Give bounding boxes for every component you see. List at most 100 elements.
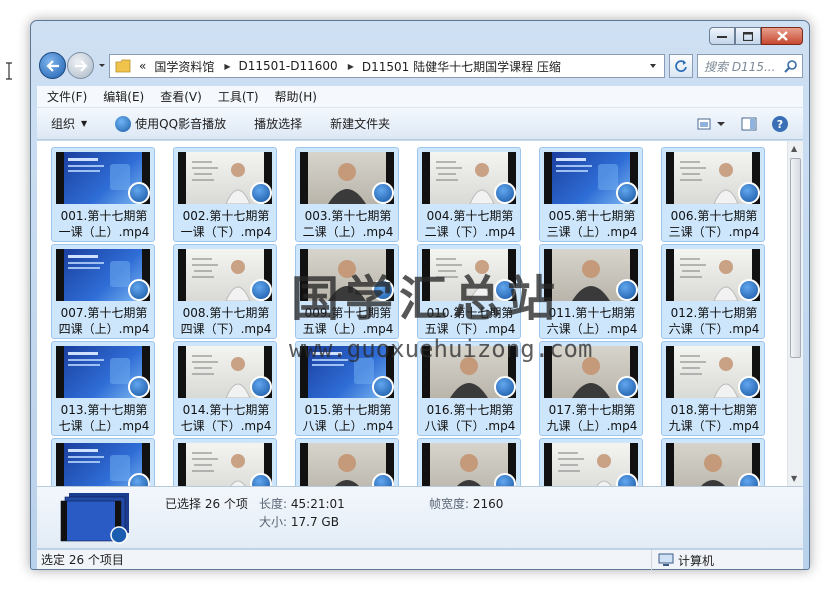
film-strip-left [178, 249, 186, 301]
size-label: 大小: [259, 515, 288, 529]
change-view-icon[interactable] [697, 117, 727, 131]
menu-file[interactable]: 文件(F) [47, 88, 87, 105]
file-name: 006.第十七期第 三课（下）.mp4 [662, 208, 766, 240]
file-name-line2: 三课（下）.mp4 [668, 225, 760, 239]
film-strip-left [666, 152, 674, 204]
file-item[interactable]: 007.第十七期第 四课（上）.mp4 [51, 244, 155, 339]
menu-view[interactable]: 查看(V) [160, 88, 202, 105]
file-name: 003.第十七期第 二课（上）.mp4 [296, 208, 400, 240]
forward-button[interactable] [67, 52, 94, 79]
file-item[interactable]: 013.第十七期第 七课（上）.mp4 [51, 341, 155, 436]
vertical-scrollbar[interactable]: ▲ ▼ [787, 141, 803, 486]
file-item[interactable]: 018.第十七期第 九课（下）.mp4 [661, 341, 765, 436]
organize-label: 组织 [51, 117, 76, 131]
qq-player-badge-icon [250, 279, 272, 301]
file-name: 008.第十七期第 四课（下）.mp4 [174, 305, 278, 337]
menu-tools[interactable]: 工具(T) [218, 88, 259, 105]
file-name: 004.第十七期第 二课（下）.mp4 [418, 208, 522, 240]
file-name-line1: 004.第十七期第 [426, 209, 514, 223]
file-item[interactable] [539, 438, 643, 486]
length-label: 长度: [259, 497, 288, 511]
file-name-line1: 001.第十七期第 [60, 209, 148, 223]
refresh-button[interactable] [669, 54, 693, 78]
menu-edit[interactable]: 编辑(E) [103, 88, 144, 105]
qq-player-badge-icon [616, 376, 638, 398]
file-item[interactable] [173, 438, 277, 486]
help-icon[interactable]: ? [771, 115, 789, 133]
scrollbar-thumb[interactable] [790, 158, 801, 358]
length-field: 长度: 45:21:01 [259, 495, 345, 512]
new-folder-button[interactable]: 新建文件夹 [330, 115, 390, 132]
address-bar[interactable]: « 国学资料馆 ▶ D11501-D11600 ▶ D11501 陆健华十七期国… [109, 54, 665, 78]
video-thumbnail [666, 152, 760, 204]
video-thumbnail [300, 152, 394, 204]
file-item[interactable]: 008.第十七期第 四课（下）.mp4 [173, 244, 277, 339]
file-item[interactable]: 014.第十七期第 七课（下）.mp4 [173, 341, 277, 436]
organize-button[interactable]: 组织 ▼ [51, 115, 87, 132]
minimize-button[interactable] [709, 27, 735, 45]
breadcrumb-separator-icon[interactable]: ▶ [348, 62, 354, 71]
play-with-qq-button[interactable]: 使用QQ影音播放 [115, 115, 226, 132]
file-name: 018.第十七期第 九课（下）.mp4 [662, 402, 766, 434]
back-button[interactable] [39, 52, 66, 79]
qq-player-badge-icon [128, 279, 150, 301]
file-name-line1: 018.第十七期第 [670, 403, 758, 417]
file-name-line2: 六课（下）.mp4 [668, 322, 760, 336]
close-button[interactable] [761, 27, 803, 45]
selection-count: 已选择 26 个项 [165, 497, 248, 511]
preview-pane-icon[interactable] [741, 117, 757, 131]
chevron-down-icon[interactable] [648, 61, 658, 71]
explorer-window: « 国学资料馆 ▶ D11501-D11600 ▶ D11501 陆健华十七期国… [30, 20, 810, 570]
framewidth-label: 帧宽度: [429, 497, 470, 511]
file-item[interactable] [417, 438, 521, 486]
recent-pages-dropdown[interactable] [97, 59, 107, 71]
file-item[interactable]: 001.第十七期第 一课（上）.mp4 [51, 147, 155, 242]
details-pane: 已选择 26 个项 长度: 45:21:01 大小: 17.7 GB 帧宽度: … [37, 486, 803, 548]
file-name-line2: 二课（上）.mp4 [302, 225, 394, 239]
video-thumbnail [178, 443, 272, 486]
breadcrumb-segment[interactable]: D11501 陆健华十七期国学课程 压缩 [362, 58, 561, 75]
file-item[interactable] [51, 438, 155, 486]
maximize-button[interactable] [735, 27, 761, 45]
qq-player-badge-icon [738, 376, 760, 398]
file-item[interactable]: 002.第十七期第 一课（下）.mp4 [173, 147, 277, 242]
file-name-line1: 016.第十七期第 [426, 403, 514, 417]
file-item[interactable]: 004.第十七期第 二课（下）.mp4 [417, 147, 521, 242]
video-thumbnail [56, 443, 150, 486]
film-strip-left [666, 346, 674, 398]
file-name: 001.第十七期第 一课（上）.mp4 [52, 208, 156, 240]
breadcrumb-segment[interactable]: 国学资料馆 [154, 58, 214, 75]
search-input[interactable]: 搜索 D115... [697, 54, 803, 78]
breadcrumb-separator-icon[interactable]: ▶ [224, 62, 230, 71]
file-name: 012.第十七期第 六课（下）.mp4 [662, 305, 766, 337]
file-name: 005.第十七期第 三课（上）.mp4 [540, 208, 644, 240]
file-name-line1: 003.第十七期第 [304, 209, 392, 223]
close-icon [776, 31, 788, 41]
qq-player-badge-icon [128, 376, 150, 398]
file-item[interactable]: 006.第十七期第 三课（下）.mp4 [661, 147, 765, 242]
film-strip-left [56, 152, 64, 204]
maximize-icon [743, 31, 753, 41]
file-item[interactable]: 012.第十七期第 六课（下）.mp4 [661, 244, 765, 339]
file-name-line2: 八课（上）.mp4 [302, 419, 394, 433]
scroll-down-icon[interactable]: ▼ [791, 474, 797, 483]
qq-player-badge-icon [616, 279, 638, 301]
file-item[interactable] [295, 438, 399, 486]
folder-icon [115, 59, 131, 73]
file-item[interactable]: 005.第十七期第 三课（上）.mp4 [539, 147, 643, 242]
file-item[interactable] [661, 438, 765, 486]
menu-bar: 文件(F) 编辑(E) 查看(V) 工具(T) 帮助(H) [37, 86, 803, 108]
breadcrumb-overflow[interactable]: « [139, 59, 146, 73]
file-name-line1: 006.第十七期第 [670, 209, 758, 223]
search-icon[interactable] [784, 59, 798, 73]
forward-arrow-icon [74, 59, 88, 72]
menu-help[interactable]: 帮助(H) [275, 88, 317, 105]
play-selection-button[interactable]: 播放选择 [254, 115, 302, 132]
breadcrumb-segment[interactable]: D11501-D11600 [239, 59, 338, 73]
status-bar: 选定 26 个项目 计算机 [37, 549, 803, 570]
file-item[interactable]: 003.第十七期第 二课（上）.mp4 [295, 147, 399, 242]
video-thumbnail [178, 152, 272, 204]
file-name: 017.第十七期第 九课（上）.mp4 [540, 402, 644, 434]
scroll-up-icon[interactable]: ▲ [791, 144, 797, 153]
video-thumbnail [422, 443, 516, 486]
